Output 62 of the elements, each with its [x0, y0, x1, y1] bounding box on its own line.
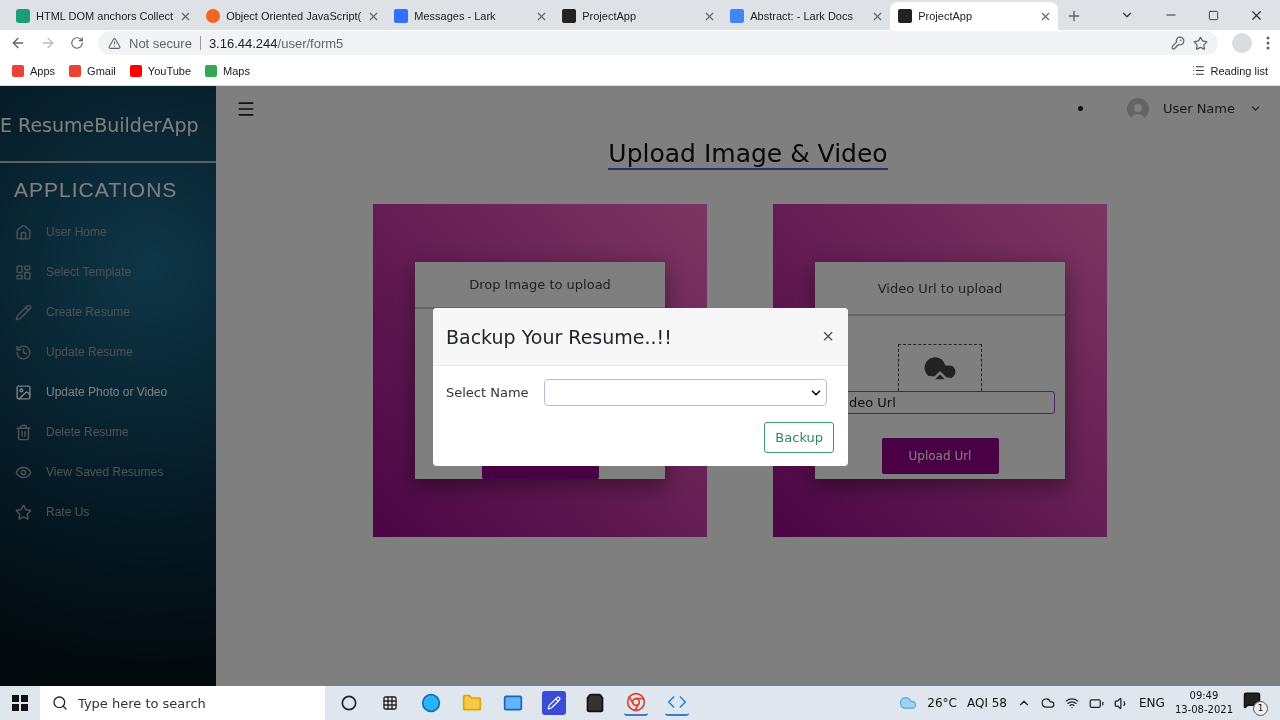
browser-tab[interactable]: Abstract: - Lark Docs	[722, 2, 891, 30]
temperature: 26°C	[927, 696, 957, 710]
key-icon[interactable]	[1171, 36, 1185, 50]
list-icon[interactable]	[1191, 64, 1205, 77]
user-name[interactable]: User Name	[1162, 101, 1235, 116]
site-icon	[730, 9, 745, 23]
bookmark-icon	[129, 64, 142, 77]
star-icon[interactable]	[1193, 35, 1208, 51]
url-text: 3.16.44.244/user/form5	[208, 35, 344, 51]
close-button[interactable]: ×	[822, 325, 834, 348]
nav-icon	[15, 503, 32, 521]
search-icon	[52, 695, 68, 711]
bookmark[interactable]: Apps	[12, 64, 56, 77]
nav-icon	[15, 223, 32, 241]
site-icon	[898, 9, 913, 23]
chrome-icon[interactable]	[624, 690, 648, 716]
sidebar-item[interactable]: Update Photo or Video	[0, 372, 216, 412]
nav-icon	[15, 383, 32, 401]
status-dot	[1077, 106, 1083, 111]
site-icon	[394, 9, 409, 23]
drop-zone[interactable]	[898, 344, 982, 391]
site-icon	[16, 9, 30, 23]
upload-button[interactable]: Upload Url	[881, 438, 999, 474]
browser-tab[interactable]: ProjectApp	[554, 2, 723, 30]
bookmark[interactable]: Gmail	[69, 64, 116, 77]
cloud-icon[interactable]	[1041, 696, 1055, 710]
app-icon[interactable]	[542, 691, 566, 715]
sidebar-heading: APPLICATIONS	[13, 177, 179, 203]
site-icon	[206, 9, 221, 23]
warning-icon	[108, 36, 121, 50]
avatar-icon	[1126, 97, 1149, 120]
more-icon[interactable]	[1266, 36, 1270, 50]
security-label: Not secure	[129, 35, 192, 51]
browser-tab[interactable]: HTML DOM anchors Collect	[8, 2, 199, 30]
weather-icon	[899, 694, 918, 712]
bookmark-icon	[12, 64, 24, 77]
nav-icon	[15, 423, 32, 441]
nav-icon	[15, 303, 32, 321]
browser-tab[interactable]: Object Oriented JavaScript(	[198, 2, 387, 30]
dialog-title: Backup Your Resume..!!	[446, 325, 673, 348]
nav-icon	[15, 343, 32, 361]
clock[interactable]: 09:49 13-08-2021	[1174, 689, 1233, 717]
nav-icon	[15, 263, 32, 281]
reading-list-button[interactable]: Reading list	[1210, 64, 1268, 77]
wifi-icon[interactable]	[1065, 696, 1079, 710]
air-quality: AQI 58	[966, 696, 1007, 710]
address-bar[interactable]: Not secure 3.16.44.244/user/form5	[98, 31, 1218, 55]
bookmark-icon	[205, 64, 218, 77]
taskbar-search[interactable]: Type here to search	[40, 686, 325, 720]
back-icon[interactable]	[10, 35, 26, 51]
browser-tab[interactable]: ProjectApp	[890, 2, 1059, 30]
backup-button[interactable]: Backup	[764, 422, 834, 453]
browser-tab[interactable]: Messages - Lark	[386, 2, 555, 30]
bookmark[interactable]: YouTube	[129, 64, 192, 77]
bookmark-icon	[69, 64, 82, 77]
language-indicator[interactable]: ENG	[1139, 696, 1165, 710]
site-icon	[562, 9, 577, 23]
restore-icon[interactable]	[1208, 9, 1219, 21]
reload-icon[interactable]	[70, 36, 84, 50]
bookmark[interactable]: Maps	[205, 64, 250, 77]
page-title: Upload Image & Video	[608, 139, 888, 170]
field-label: Select Name	[446, 385, 529, 400]
